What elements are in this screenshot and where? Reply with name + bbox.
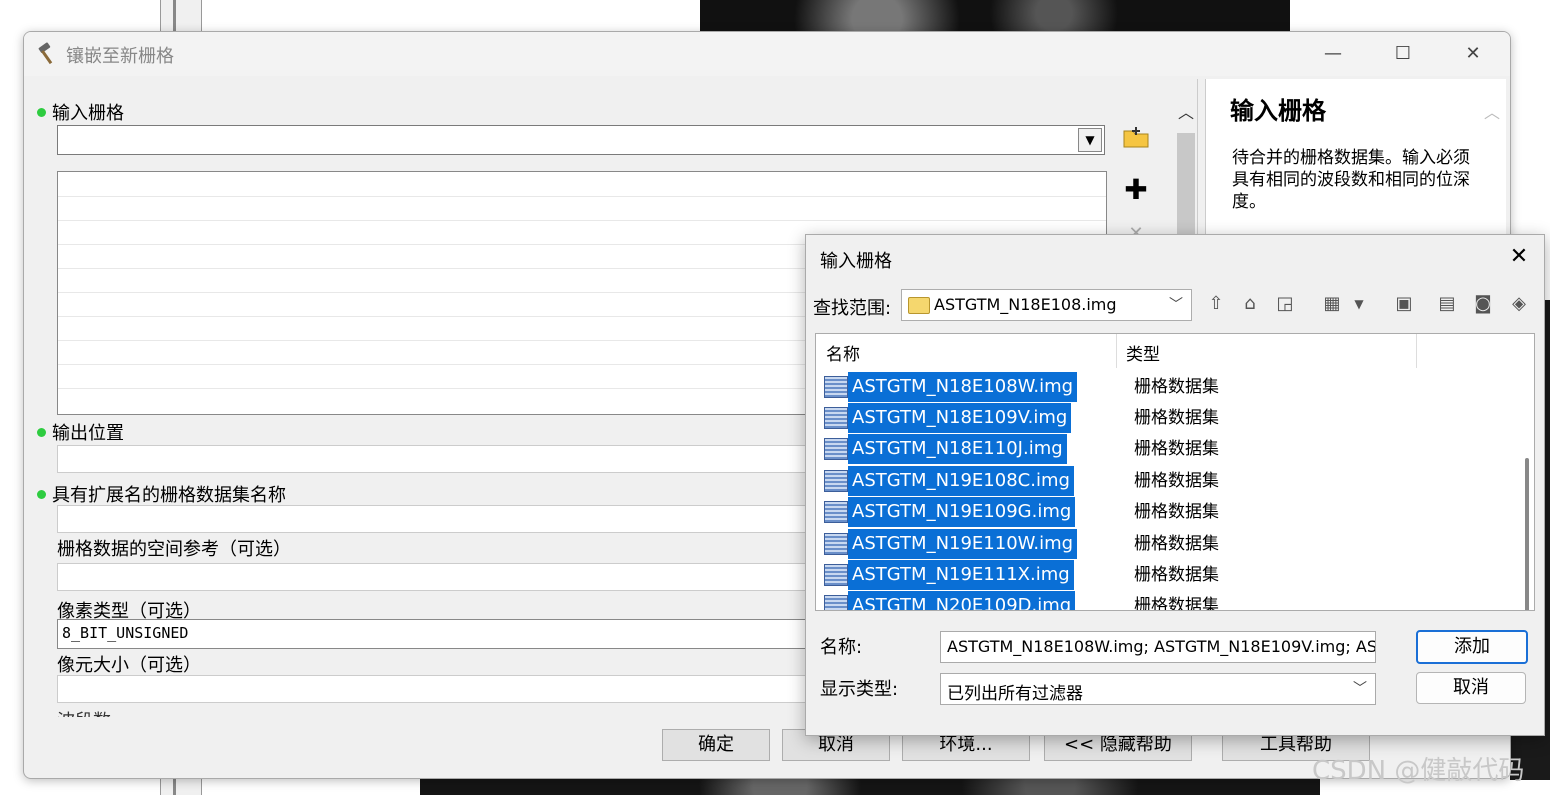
title-bar[interactable]: 镶嵌至新栅格 — ☐ ✕ — [24, 32, 1510, 76]
connect-folder-icon[interactable]: ◲ — [1272, 291, 1298, 317]
file-name: ASTGTM_N19E109G.img — [848, 497, 1076, 527]
file-name: ASTGTM_N19E108C.img — [848, 466, 1074, 496]
input-rasters-combo[interactable]: ▼ — [57, 125, 1105, 155]
spatial-reference-label: 栅格数据的空间参考（可选） — [57, 539, 291, 560]
raster-dataset-icon — [824, 376, 848, 398]
file-type: 栅格数据集 — [1134, 471, 1219, 491]
view-options-icon[interactable]: ▦ — [1319, 291, 1345, 317]
toolbox-icon[interactable]: ◈ — [1506, 291, 1532, 317]
look-in-label: 查找范围: — [813, 298, 892, 319]
file-list-scrollbar[interactable] — [1525, 458, 1529, 610]
dataset-name-label: 具有扩展名的栅格数据集名称 — [37, 481, 286, 507]
close-button[interactable]: ✕ — [1450, 38, 1496, 70]
folder-icon — [908, 297, 930, 314]
pixel-type-combo[interactable]: 8_BIT_UNSIGNED — [57, 619, 819, 649]
scroll-up-icon[interactable]: ︿ — [1178, 99, 1194, 123]
input-raster-dialog: 输入栅格 ✕ 查找范围: ASTGTM_N18E108.img ﹀ ⇧ ⌂ ◲ … — [805, 234, 1545, 736]
raster-dataset-icon — [824, 564, 848, 586]
column-divider[interactable] — [1416, 334, 1417, 368]
help-description: 待合并的栅格数据集。输入必须具有相同的波段数和相同的位深度。 — [1232, 148, 1470, 212]
chevron-down-icon: ﹀ — [1353, 681, 1367, 697]
minimize-button[interactable]: — — [1310, 38, 1356, 70]
file-name: ASTGTM_N18E109V.img — [848, 403, 1072, 433]
hammer-icon — [36, 42, 60, 66]
raster-dataset-icon — [824, 595, 848, 610]
bands-label: 波段数 — [57, 707, 111, 717]
name-label: 名称: — [820, 637, 863, 658]
raster-dataset-icon — [824, 501, 848, 523]
add-plus-icon[interactable]: ✚ — [1121, 175, 1151, 205]
file-name: ASTGTM_N18E110J.img — [848, 434, 1067, 464]
raster-dataset-icon — [824, 470, 848, 492]
open-folder-icon[interactable] — [1121, 124, 1151, 154]
catalog-icon[interactable]: ▤ — [1434, 291, 1460, 317]
file-list[interactable]: 名称 类型 ASTGTM_N18E108W.img 栅格数据集 ASTGTM_N1… — [815, 333, 1535, 611]
file-type: 栅格数据集 — [1134, 439, 1219, 459]
look-in-value: ASTGTM_N18E108.img — [934, 295, 1117, 314]
column-header-name[interactable]: 名称 — [826, 340, 860, 365]
background-raster-image — [700, 0, 1290, 32]
scroll-up-icon[interactable]: ︿ — [1484, 99, 1500, 123]
show-type-value: 已列出所有过滤器 — [947, 684, 1083, 704]
file-type: 栅格数据集 — [1134, 565, 1219, 585]
raster-dataset-icon — [824, 438, 848, 460]
watermark: CSDN @健敲代码 — [1312, 756, 1525, 786]
output-location-label: 输出位置 — [37, 419, 124, 445]
database-icon[interactable]: ◙ — [1470, 291, 1496, 317]
file-type: 栅格数据集 — [1134, 502, 1219, 522]
window-title: 镶嵌至新栅格 — [66, 46, 174, 67]
file-name: ASTGTM_N18E108W.img — [848, 372, 1078, 402]
ok-button[interactable]: 确定 — [662, 729, 770, 761]
dialog-cancel-button[interactable]: 取消 — [1416, 672, 1526, 704]
dataset-name-field[interactable] — [57, 505, 819, 533]
file-type: 栅格数据集 — [1134, 534, 1219, 554]
name-value: ASTGTM_N18E108W.img; ASTGTM_N18E109V.img… — [947, 637, 1376, 656]
output-location-field[interactable] — [57, 445, 819, 473]
file-type: 栅格数据集 — [1134, 377, 1219, 397]
required-indicator — [37, 107, 46, 117]
new-folder-icon[interactable]: ▣ — [1391, 291, 1417, 317]
raster-dataset-icon — [824, 533, 848, 555]
chevron-down-icon[interactable]: ▼ — [1346, 291, 1372, 317]
close-icon[interactable]: ✕ — [1502, 241, 1536, 273]
file-type: 栅格数据集 — [1134, 596, 1219, 611]
required-indicator — [37, 427, 46, 437]
file-name: ASTGTM_N20E109D.img — [848, 591, 1076, 610]
name-field[interactable]: ASTGTM_N18E108W.img; ASTGTM_N18E109V.img… — [940, 631, 1376, 663]
up-one-level-icon[interactable]: ⇧ — [1203, 291, 1229, 317]
column-divider[interactable] — [1116, 334, 1117, 368]
required-indicator — [37, 489, 46, 499]
spatial-reference-field[interactable] — [57, 563, 819, 591]
add-button[interactable]: 添加 — [1416, 630, 1528, 664]
chevron-down-icon[interactable]: ▼ — [1078, 128, 1102, 152]
dialog-title: 输入栅格 — [820, 251, 892, 272]
file-type: 栅格数据集 — [1134, 408, 1219, 428]
chevron-down-icon: ﹀ — [1169, 297, 1183, 313]
raster-dataset-icon — [824, 407, 848, 429]
home-icon[interactable]: ⌂ — [1237, 291, 1263, 317]
cellsize-label: 像元大小（可选） — [57, 655, 201, 676]
file-name: ASTGTM_N19E111X.img — [848, 560, 1074, 590]
column-header-type[interactable]: 类型 — [1126, 340, 1160, 365]
show-type-combo[interactable]: 已列出所有过滤器 ﹀ — [940, 673, 1376, 705]
show-type-label: 显示类型: — [820, 679, 899, 700]
maximize-button[interactable]: ☐ — [1380, 38, 1426, 70]
cellsize-field[interactable] — [57, 675, 819, 703]
input-rasters-label: 输入栅格 — [37, 99, 124, 125]
look-in-combo[interactable]: ASTGTM_N18E108.img ﹀ — [901, 289, 1192, 321]
help-title: 输入栅格 — [1230, 97, 1326, 125]
file-name: ASTGTM_N19E110W.img — [848, 529, 1078, 559]
pixel-type-value: 8_BIT_UNSIGNED — [62, 624, 189, 642]
